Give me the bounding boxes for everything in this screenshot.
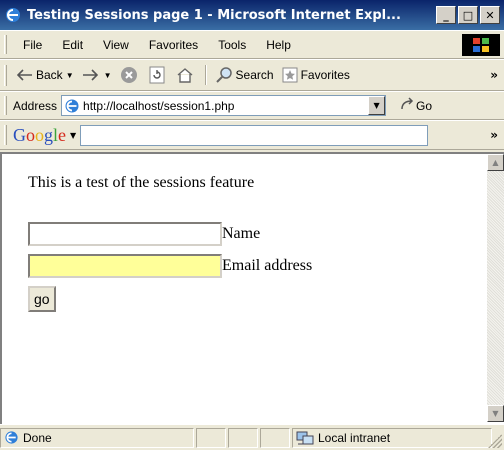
scroll-down-icon[interactable]: ▼ [487, 405, 504, 422]
menu-file[interactable]: File [13, 38, 52, 52]
menu-view[interactable]: View [93, 38, 139, 52]
home-icon [176, 67, 194, 83]
submit-button[interactable]: go [28, 286, 56, 312]
name-row: Name [28, 218, 312, 250]
window-titlebar: Testing Sessions page 1 - Microsoft Inte… [0, 0, 504, 30]
vertical-scrollbar[interactable]: ▲ ▼ [487, 154, 504, 422]
name-input[interactable] [28, 222, 222, 246]
google-search-input[interactable] [80, 124, 429, 146]
address-label: Address [13, 98, 58, 113]
local-intranet-icon [296, 430, 314, 446]
address-dropdown-icon[interactable]: ▼ [368, 96, 386, 115]
status-pane-zone: Local intranet [292, 427, 492, 448]
windows-logo-icon [462, 34, 500, 56]
standard-toolbar: Back ▼ ▼ Search Favorites » [0, 59, 504, 91]
internet-explorer-icon [4, 6, 22, 24]
forward-button[interactable]: ▼ [78, 69, 116, 81]
status-pane-3 [228, 427, 258, 448]
search-icon [215, 66, 233, 84]
back-arrow-icon [17, 69, 33, 81]
menu-edit[interactable]: Edit [52, 38, 93, 52]
menu-bar: File Edit View Favorites Tools Help [0, 30, 504, 59]
forward-arrow-icon [82, 69, 98, 81]
address-url: http://localhost/session1.php [83, 98, 235, 113]
address-grip[interactable] [4, 96, 7, 115]
status-bar: Done Local intranet [0, 424, 504, 450]
toolbar-separator [204, 65, 207, 85]
window-title: Testing Sessions page 1 - Microsoft Inte… [27, 7, 401, 23]
go-arrow-icon [400, 97, 416, 114]
browser-content: This is a test of the sessions feature N… [0, 152, 504, 424]
stop-button[interactable] [116, 66, 145, 84]
google-more-chevron[interactable]: » [490, 128, 498, 142]
page-body: This is a test of the sessions feature N… [28, 174, 312, 312]
address-input[interactable]: http://localhost/session1.php ▼ [61, 95, 387, 116]
chevron-down-icon[interactable]: ▼ [104, 71, 112, 80]
done-ie-icon [4, 430, 19, 445]
chevron-down-icon[interactable]: ▼ [70, 131, 76, 140]
close-button[interactable]: ✕ [480, 6, 500, 24]
email-label: Email address [222, 257, 313, 274]
back-button[interactable]: Back ▼ [13, 68, 78, 82]
google-grip[interactable] [4, 125, 7, 145]
scroll-up-icon[interactable]: ▲ [487, 154, 504, 171]
back-label: Back [36, 68, 63, 82]
google-logo[interactable]: Google [13, 125, 66, 146]
status-pane-2 [196, 427, 226, 448]
favorites-label: Favorites [300, 68, 350, 82]
status-text: Done [23, 430, 52, 445]
toolbar-grip[interactable] [4, 64, 7, 86]
intro-text: This is a test of the sessions feature [28, 174, 255, 191]
go-button[interactable]: Go [400, 97, 432, 114]
refresh-button[interactable] [145, 66, 172, 84]
email-row: Email address [28, 250, 312, 282]
zone-text: Local intranet [318, 430, 391, 445]
search-label: Search [235, 68, 274, 82]
page-ie-icon [64, 98, 80, 114]
google-toolbar: Google ▼ » [0, 120, 504, 150]
go-label: Go [416, 98, 433, 113]
home-button[interactable] [172, 67, 201, 83]
name-label: Name [222, 225, 261, 242]
chevron-down-icon[interactable]: ▼ [66, 71, 74, 80]
email-input[interactable] [28, 254, 222, 278]
favorites-button[interactable]: Favorites [278, 67, 354, 83]
menu-help[interactable]: Help [256, 38, 301, 52]
toolbar-more-chevron[interactable]: » [490, 68, 498, 82]
search-button[interactable]: Search [211, 66, 278, 84]
menu-favorites[interactable]: Favorites [139, 38, 208, 52]
status-pane-4 [260, 427, 290, 448]
status-pane-main: Done [0, 427, 194, 448]
favorites-icon [282, 67, 298, 83]
minimize-button[interactable]: _ [436, 6, 456, 24]
resize-grip[interactable] [488, 434, 502, 448]
menu-tools[interactable]: Tools [208, 38, 256, 52]
stop-icon [120, 66, 138, 84]
refresh-icon [149, 66, 165, 84]
address-bar: Address http://localhost/session1.php ▼ … [0, 91, 504, 120]
menu-grip[interactable] [4, 35, 7, 54]
maximize-button[interactable]: □ [458, 6, 478, 24]
